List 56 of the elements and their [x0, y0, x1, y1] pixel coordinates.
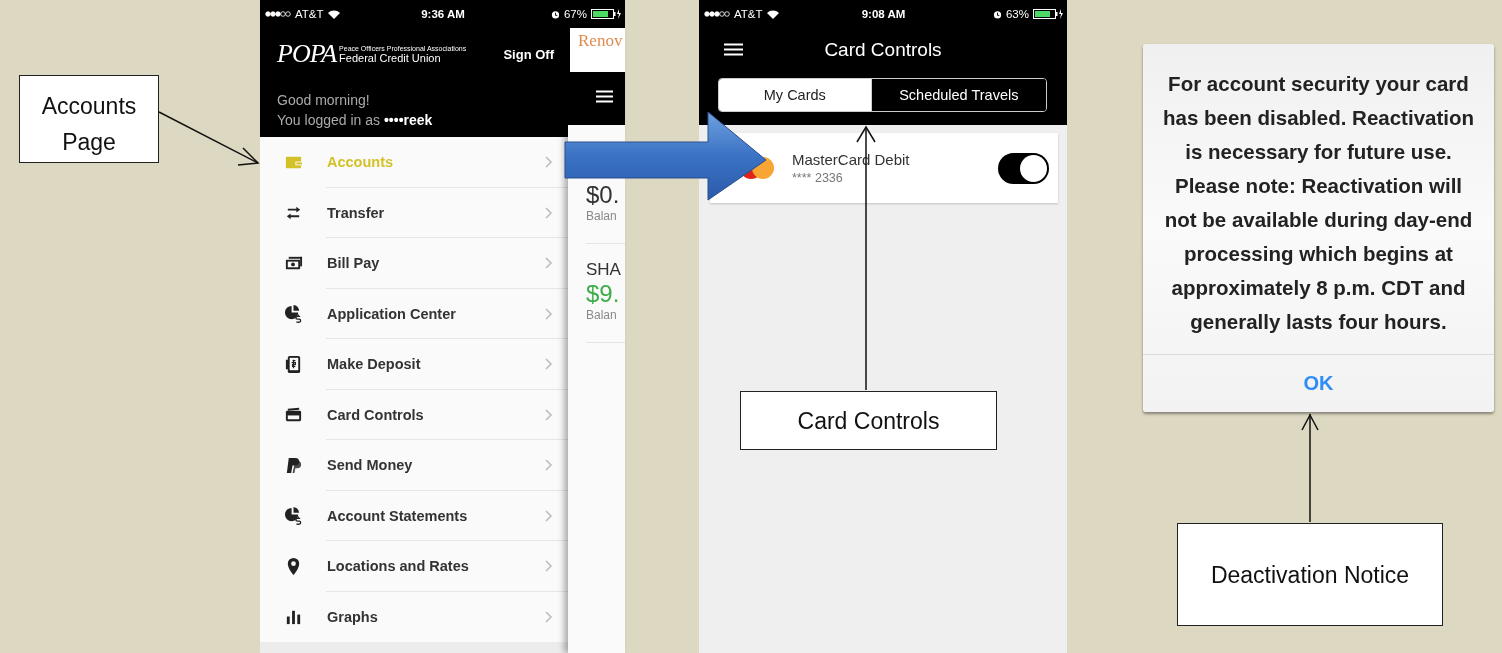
menu-item[interactable]: Send Money — [260, 440, 568, 491]
battery-icon — [591, 9, 621, 19]
segment-tab[interactable]: Scheduled Travels — [870, 79, 1046, 111]
balance-label: Balan — [586, 209, 617, 223]
alarm-icon — [992, 9, 1002, 19]
menu-icon[interactable] — [724, 43, 743, 56]
sign-off-button[interactable]: Sign Off — [503, 46, 554, 62]
carrier-name: AT&T — [734, 8, 763, 20]
annotation-label: Accounts Page — [19, 75, 159, 163]
phone-deposit-icon — [283, 354, 303, 374]
carrier-name: AT&T — [295, 8, 324, 20]
screen-title: Card Controls — [824, 39, 942, 61]
menu-item[interactable]: Locations and Rates — [260, 541, 568, 592]
menu-item[interactable]: Account Statements — [260, 490, 568, 541]
menu-item[interactable]: Card Controls — [260, 389, 568, 440]
chevron-icon — [545, 509, 553, 522]
signal-icon — [265, 11, 291, 17]
login-text: You logged in as ••••reek — [277, 111, 433, 130]
chevron-icon — [545, 307, 553, 320]
pie-dollar-icon — [283, 304, 303, 324]
chevron-icon — [545, 560, 553, 573]
chevron-icon — [545, 610, 553, 623]
greeting-text: Good morning! — [277, 91, 370, 110]
wifi-icon — [327, 9, 340, 19]
battery-icon — [1033, 9, 1063, 19]
menu-item[interactable]: Transfer — [260, 187, 568, 238]
segment-tab[interactable]: My Cards — [719, 79, 871, 111]
card-number: **** 2336 — [792, 171, 843, 185]
menu-item[interactable]: Make Deposit — [260, 339, 568, 390]
clock-time: 9:36 AM — [421, 8, 465, 20]
alert-message: For account security your card has been disabled. Reactivation is necessary for future use. Please note: Reactivation will not be available during day-end processing which begins at approximately 8 p.m. CDT and generally lasts four hours. — [1162, 71, 1475, 335]
menu-item[interactable]: Graphs — [260, 591, 568, 642]
annotation-label: Card Controls — [740, 391, 997, 450]
chevron-icon — [545, 206, 553, 219]
annotation-label: Deactivation Notice — [1177, 523, 1443, 626]
menu-item[interactable]: Bill Pay — [260, 238, 568, 289]
card-toggle[interactable] — [998, 152, 1049, 184]
alarm-icon — [550, 9, 560, 19]
chevron-icon — [545, 408, 553, 421]
clock-time: 9:08 AM — [861, 8, 906, 20]
menu-icon[interactable] — [596, 90, 613, 103]
chevron-icon — [545, 459, 553, 472]
chevron-icon — [545, 156, 553, 169]
wifi-icon — [766, 9, 779, 19]
battery-percent: 63% — [1005, 8, 1029, 20]
account-name: SHA — [586, 260, 621, 280]
chevron-icon — [545, 358, 553, 371]
signal-icon — [704, 11, 730, 17]
balance-label: Balan — [586, 308, 617, 322]
promo-banner: Renov — [570, 28, 625, 72]
account-amount: $0. — [586, 181, 620, 209]
battery-percent: 67% — [563, 8, 587, 20]
chevron-icon — [545, 257, 553, 270]
menu-item[interactable]: Application Center — [260, 288, 568, 339]
account-amount: $9. — [586, 280, 620, 308]
pie-dollar-icon — [283, 506, 303, 526]
